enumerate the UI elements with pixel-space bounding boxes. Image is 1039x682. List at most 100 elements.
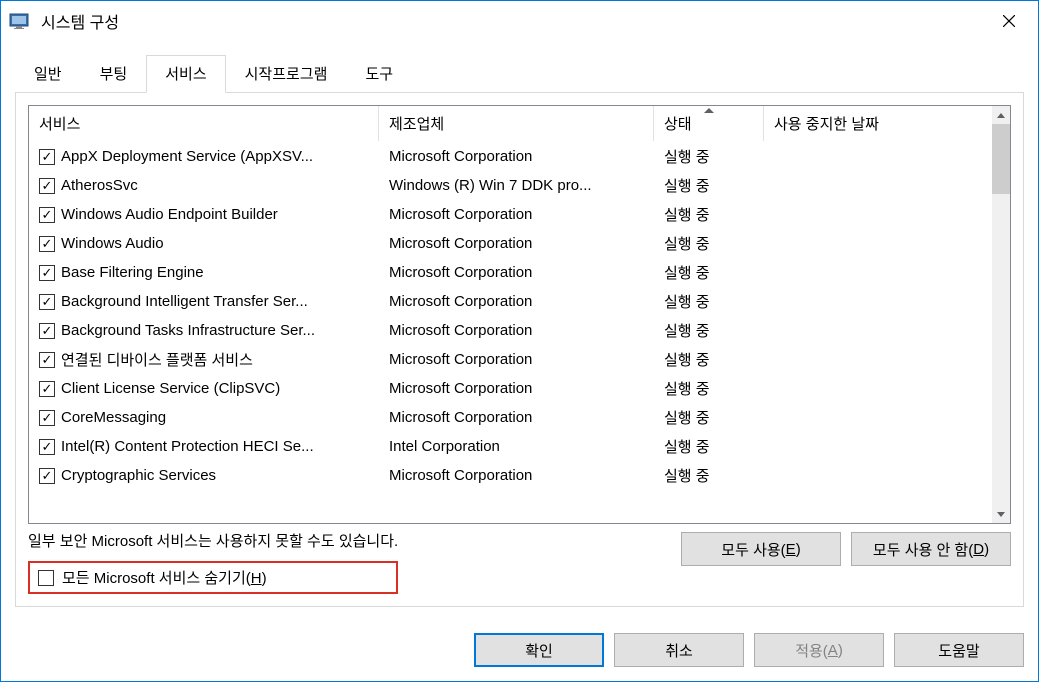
below-list-area: 일부 보안 Microsoft 서비스는 사용하지 못할 수도 있습니다. 모든… xyxy=(28,530,1011,594)
status-cell: 실행 중 xyxy=(654,231,764,256)
table-row[interactable]: Windows Audio Endpoint Builder Microsoft … xyxy=(29,200,1010,229)
disabled-date-cell xyxy=(764,242,1010,246)
disabled-date-cell xyxy=(764,300,1010,304)
scroll-up-button[interactable] xyxy=(992,106,1010,124)
column-header-disabled-date[interactable]: 사용 중지한 날짜 xyxy=(764,106,1010,141)
disabled-date-cell xyxy=(764,271,1010,275)
manufacturer-cell: Microsoft Corporation xyxy=(379,233,654,254)
table-row[interactable]: AppX Deployment Service (AppXSV...Micros… xyxy=(29,142,1010,171)
service-cell: CoreMessaging xyxy=(29,407,379,428)
service-checkbox[interactable] xyxy=(39,294,55,310)
status-cell: 실행 중 xyxy=(654,202,764,227)
app-icon xyxy=(7,9,31,33)
window-title: 시스템 구성 xyxy=(41,9,986,33)
manufacturer-cell: Microsoft Corporation xyxy=(379,291,654,312)
manufacturer-cell: Microsoft Corporation xyxy=(379,146,654,167)
service-checkbox[interactable] xyxy=(39,178,55,194)
table-row[interactable]: Windows AudioMicrosoft Corporation실행 중 xyxy=(29,229,1010,258)
service-name: Background Intelligent Transfer Ser... xyxy=(61,293,308,310)
service-cell: 연결된 디바이스 플랫폼 서비스 xyxy=(29,347,379,372)
disabled-date-cell xyxy=(764,474,1010,478)
tab-general[interactable]: 일반 xyxy=(15,55,81,92)
service-checkbox[interactable] xyxy=(39,439,55,455)
service-cell: AppX Deployment Service (AppXSV... xyxy=(29,146,379,167)
scroll-down-button[interactable] xyxy=(992,505,1010,523)
service-cell: Client License Service (ClipSVC) xyxy=(29,378,379,399)
service-name: 연결된 디바이스 플랫폼 서비스 xyxy=(61,349,253,370)
tab-services[interactable]: 서비스 xyxy=(146,55,225,93)
service-name: Intel(R) Content Protection HECI Se... xyxy=(61,438,314,455)
tab-boot[interactable]: 부팅 xyxy=(81,55,147,92)
service-name: Base Filtering Engine xyxy=(61,264,204,281)
service-name: Background Tasks Infrastructure Ser... xyxy=(61,322,315,339)
service-cell: Background Tasks Infrastructure Ser... xyxy=(29,320,379,341)
disabled-date-cell xyxy=(764,387,1010,391)
vertical-scrollbar[interactable] xyxy=(992,106,1010,523)
disabled-date-cell xyxy=(764,358,1010,362)
service-checkbox[interactable] xyxy=(39,352,55,368)
ok-button[interactable]: 확인 xyxy=(474,633,604,667)
titlebar: 시스템 구성 xyxy=(1,1,1038,41)
service-checkbox[interactable] xyxy=(39,149,55,165)
table-row[interactable]: Cryptographic ServicesMicrosoft Corporat… xyxy=(29,461,1010,490)
service-cell: Cryptographic Services xyxy=(29,465,379,486)
tab-startup[interactable]: 시작프로그램 xyxy=(226,55,347,92)
scrollbar-thumb[interactable] xyxy=(992,124,1010,194)
service-checkbox[interactable] xyxy=(39,410,55,426)
table-row[interactable]: 연결된 디바이스 플랫폼 서비스Microsoft Corporation실행 … xyxy=(29,345,1010,374)
table-row[interactable]: Intel(R) Content Protection HECI Se... In… xyxy=(29,432,1010,461)
help-button[interactable]: 도움말 xyxy=(894,633,1024,667)
manufacturer-cell: Microsoft Corporation xyxy=(379,407,654,428)
service-name: Windows Audio Endpoint Builder xyxy=(61,206,278,223)
close-button[interactable] xyxy=(986,5,1032,37)
listview-body: AppX Deployment Service (AppXSV...Micros… xyxy=(29,142,1010,523)
service-cell: Windows Audio xyxy=(29,233,379,254)
status-cell: 실행 중 xyxy=(654,144,764,169)
table-row[interactable]: Background Intelligent Transfer Ser... Mi… xyxy=(29,287,1010,316)
column-header-status[interactable]: 상태 xyxy=(654,106,764,141)
manufacturer-cell: Microsoft Corporation xyxy=(379,204,654,225)
service-cell: Intel(R) Content Protection HECI Se... xyxy=(29,436,379,457)
disabled-date-cell xyxy=(764,445,1010,449)
service-checkbox[interactable] xyxy=(39,468,55,484)
column-header-manufacturer[interactable]: 제조업체 xyxy=(379,106,654,141)
table-row[interactable]: CoreMessaging Microsoft Corporation실행 중 xyxy=(29,403,1010,432)
hide-ms-label: 모든 Microsoft 서비스 숨기기(H) xyxy=(62,567,267,588)
tab-strip: 일반 부팅 서비스 시작프로그램 도구 xyxy=(15,55,1024,92)
service-name: Cryptographic Services xyxy=(61,467,216,484)
services-listview[interactable]: 서비스 제조업체 상태 사용 중지한 날짜 AppX Deployment Se… xyxy=(28,105,1011,524)
scrollbar-track[interactable] xyxy=(992,124,1010,505)
manufacturer-cell: Microsoft Corporation xyxy=(379,378,654,399)
status-cell: 실행 중 xyxy=(654,289,764,314)
column-header-service[interactable]: 서비스 xyxy=(29,106,379,141)
tab-tools[interactable]: 도구 xyxy=(346,55,412,92)
cancel-button[interactable]: 취소 xyxy=(614,633,744,667)
table-row[interactable]: Base Filtering EngineMicrosoft Corporati… xyxy=(29,258,1010,287)
disable-all-button[interactable]: 모두 사용 안 함(D) xyxy=(851,532,1011,566)
service-checkbox[interactable] xyxy=(39,265,55,281)
manufacturer-cell: Microsoft Corporation xyxy=(379,320,654,341)
manufacturer-cell: Intel Corporation xyxy=(379,436,654,457)
service-name: CoreMessaging xyxy=(61,409,166,426)
service-name: AtherosSvc xyxy=(61,177,138,194)
table-row[interactable]: Client License Service (ClipSVC)Microsof… xyxy=(29,374,1010,403)
apply-button[interactable]: 적용(A) xyxy=(754,633,884,667)
status-cell: 실행 중 xyxy=(654,347,764,372)
disabled-date-cell xyxy=(764,184,1010,188)
disabled-date-cell xyxy=(764,155,1010,159)
status-cell: 실행 중 xyxy=(654,173,764,198)
hide-ms-services-row[interactable]: 모든 Microsoft 서비스 숨기기(H) xyxy=(28,561,398,594)
status-cell: 실행 중 xyxy=(654,405,764,430)
hide-ms-checkbox[interactable] xyxy=(38,570,54,586)
manufacturer-cell: Windows (R) Win 7 DDK pro... xyxy=(379,175,654,196)
service-checkbox[interactable] xyxy=(39,236,55,252)
disabled-date-cell xyxy=(764,329,1010,333)
service-checkbox[interactable] xyxy=(39,207,55,223)
service-checkbox[interactable] xyxy=(39,381,55,397)
table-row[interactable]: Background Tasks Infrastructure Ser... Mi… xyxy=(29,316,1010,345)
table-row[interactable]: AtherosSvc Windows (R) Win 7 DDK pro...실행… xyxy=(29,171,1010,200)
service-checkbox[interactable] xyxy=(39,323,55,339)
enable-all-button[interactable]: 모두 사용(E) xyxy=(681,532,841,566)
listview-header: 서비스 제조업체 상태 사용 중지한 날짜 xyxy=(29,106,1010,142)
disabled-date-cell xyxy=(764,416,1010,420)
